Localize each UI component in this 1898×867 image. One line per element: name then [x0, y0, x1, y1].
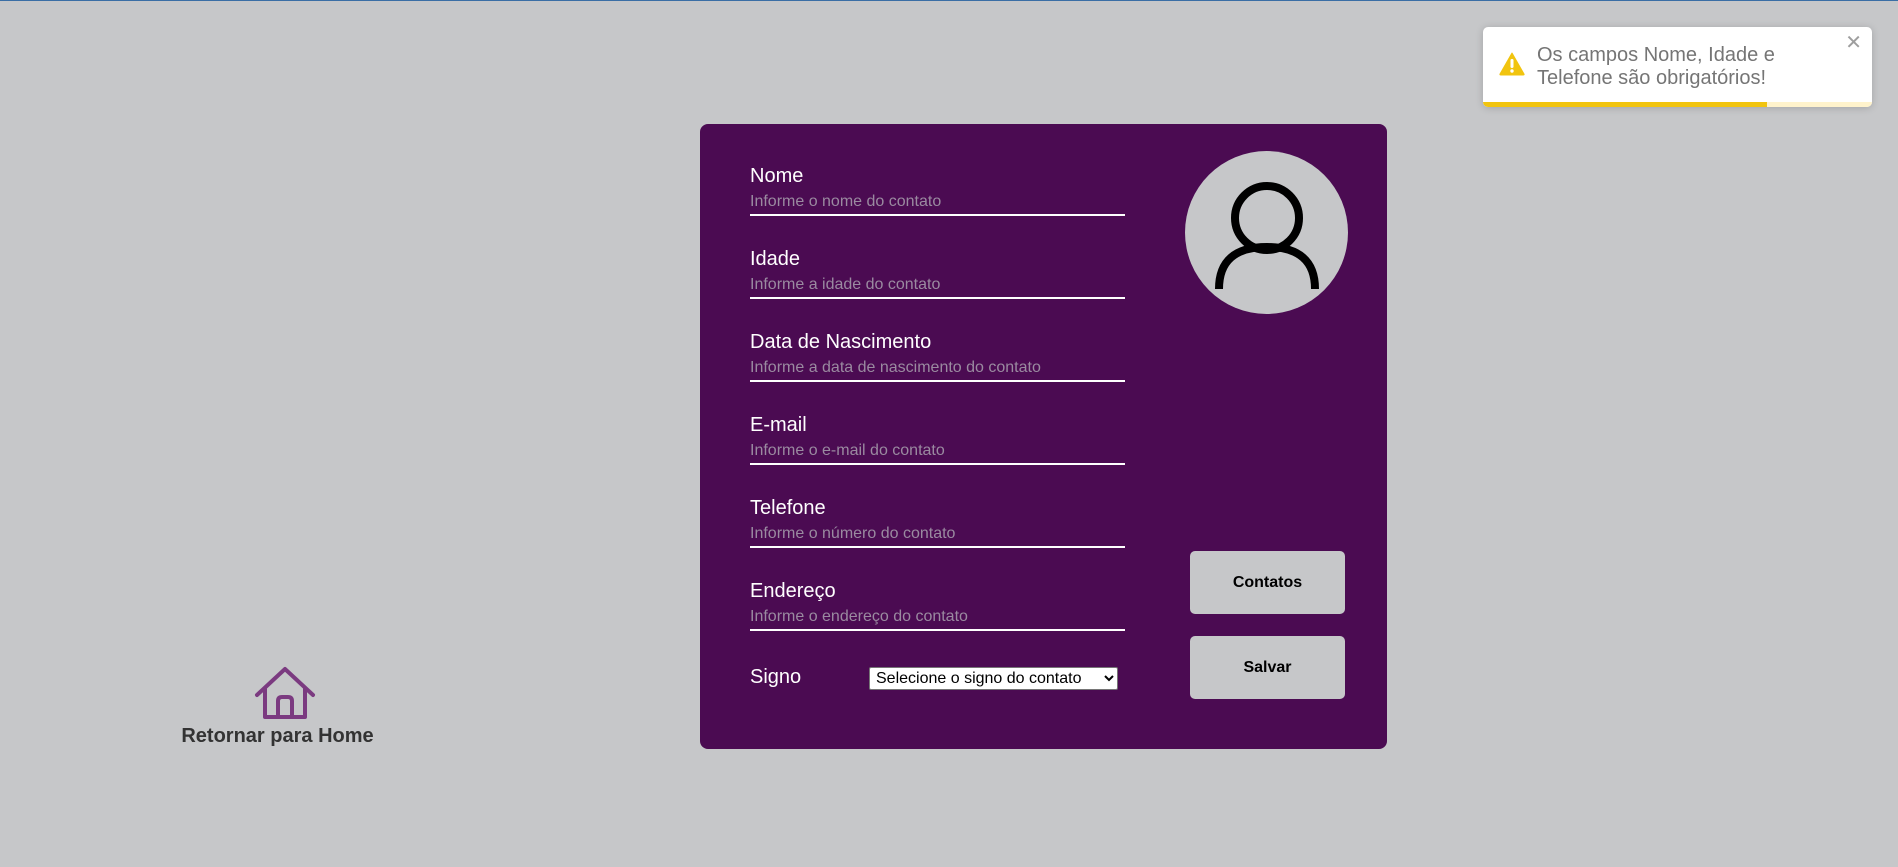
user-avatar-icon — [1215, 182, 1319, 290]
top-border-line — [0, 0, 1898, 1]
toast-progress-bar — [1483, 102, 1872, 107]
return-home-link[interactable]: Retornar para Home — [181, 665, 385, 748]
house-icon — [255, 667, 315, 719]
data-nascimento-label: Data de Nascimento — [750, 331, 932, 353]
field-nome: Nome — [750, 164, 1125, 216]
idade-label: Idade — [750, 248, 801, 270]
nome-label: Nome — [750, 165, 804, 187]
endereco-input[interactable] — [750, 605, 1125, 631]
telefone-input[interactable] — [750, 522, 1125, 548]
field-email: E-mail — [750, 413, 1125, 465]
avatar — [1185, 151, 1348, 314]
toast-progress-fill — [1483, 102, 1767, 107]
email-input[interactable] — [750, 439, 1125, 465]
idade-input[interactable] — [750, 273, 1125, 299]
field-telefone: Telefone — [750, 496, 1125, 548]
warning-toast: Os campos Nome, Idade e Telefone são obr… — [1483, 27, 1872, 107]
salvar-button[interactable]: Salvar — [1190, 636, 1345, 699]
signo-label: Signo — [750, 666, 802, 688]
field-endereco: Endereço — [750, 579, 1125, 631]
email-label: E-mail — [750, 414, 807, 436]
close-icon[interactable]: ✕ — [1845, 33, 1862, 53]
telefone-label: Telefone — [750, 497, 826, 519]
return-home-label: Retornar para Home — [181, 725, 374, 747]
signo-select[interactable]: Selecione o signo do contato — [869, 667, 1118, 690]
contatos-button[interactable]: Contatos — [1190, 551, 1345, 614]
nome-input[interactable] — [750, 190, 1125, 216]
field-idade: Idade — [750, 247, 1125, 299]
data-nascimento-input[interactable] — [750, 356, 1125, 382]
warning-icon — [1499, 52, 1525, 81]
toast-message: Os campos Nome, Idade e Telefone são obr… — [1537, 44, 1775, 89]
contact-form-card: Nome Idade Data de Nascimento E-mail Tel… — [700, 124, 1387, 749]
endereco-label: Endereço — [750, 580, 836, 602]
field-data-nascimento: Data de Nascimento — [750, 330, 1125, 382]
